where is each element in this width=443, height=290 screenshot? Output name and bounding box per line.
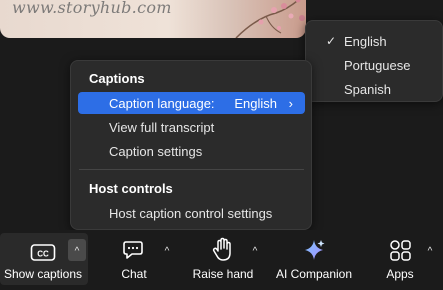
caption-settings-item[interactable]: Caption settings [78,140,305,162]
checkmark-icon: ✓ [326,34,337,48]
show-captions-label: Show captions [3,267,83,281]
video-watermark: www.storyhub.com [12,0,172,17]
raise-hand-label: Raise hand [192,267,254,281]
show-captions-button[interactable]: CC Show captions [0,233,86,285]
view-full-transcript-label: View full transcript [109,119,215,135]
caption-language-submenu: ✓ English Portuguese Spanish [305,20,443,102]
blossom-branch-image [235,0,305,38]
language-option-english[interactable]: English [344,34,387,49]
cc-icon: CC [30,233,56,263]
language-option-spanish[interactable]: Spanish [344,82,391,97]
apps-label: Apps [386,267,414,281]
ai-companion-label: AI Companion [275,267,353,281]
raise-hand-options-caret-icon[interactable]: ^ [249,244,261,258]
host-controls-section-title: Host controls [89,181,173,196]
caption-language-item[interactable]: Caption language: English › [78,92,305,114]
svg-text:CC: CC [37,250,49,259]
chat-button[interactable]: Chat [106,233,162,285]
sparkle-icon [301,233,327,263]
captions-section-title: Captions [89,71,145,86]
apps-icon [387,233,413,263]
apps-button[interactable]: Apps [374,233,426,285]
language-option-portuguese[interactable]: Portuguese [344,58,411,73]
host-caption-control-settings-label: Host caption control settings [109,205,273,221]
chevron-right-icon: › [288,96,293,111]
chat-icon [121,233,147,263]
caption-language-label: Caption language: [109,95,215,111]
host-caption-control-settings-item[interactable]: Host caption control settings [78,202,305,224]
caption-settings-label: Caption settings [109,143,203,159]
view-full-transcript-item[interactable]: View full transcript [78,116,305,138]
hand-icon [211,233,235,263]
meeting-toolbar: ^ CC Show captions Chat ^ Raise hand ^ A… [0,230,443,290]
meeting-window: www.storyhub.com ✓ English Portuguese Sp… [0,0,443,290]
caption-language-value: English [234,95,277,111]
chat-options-caret-icon[interactable]: ^ [161,244,173,258]
video-thumbnail: www.storyhub.com [0,0,306,38]
captions-menu: Captions Caption language: English › Vie… [70,60,312,230]
chat-label: Chat [121,267,147,281]
ai-companion-button[interactable]: AI Companion [271,233,357,285]
raise-hand-button[interactable]: Raise hand [190,233,256,285]
menu-divider [79,169,304,170]
apps-options-caret-icon[interactable]: ^ [424,244,436,258]
